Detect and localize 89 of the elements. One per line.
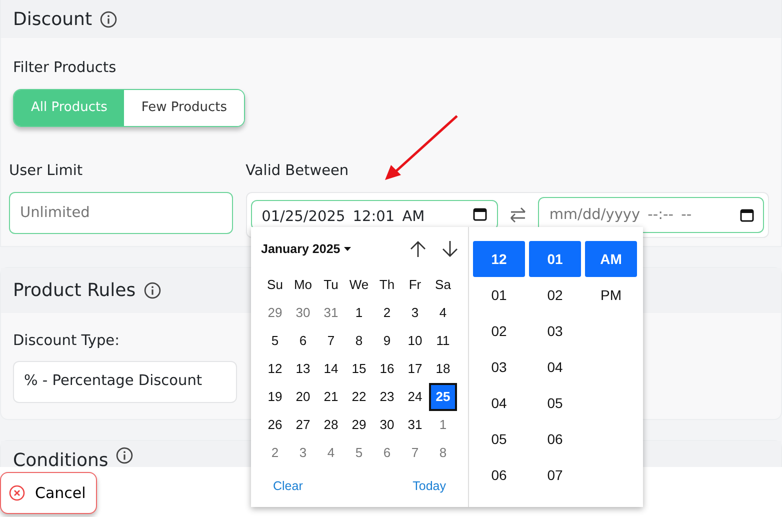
hour-option[interactable]: 04	[473, 385, 525, 421]
weekday-label: Mo	[292, 276, 314, 294]
day-cell[interactable]: 6	[289, 327, 317, 355]
weekday-label: Sa	[434, 276, 452, 294]
day-cell[interactable]: 18	[429, 355, 457, 383]
day-cell[interactable]: 2	[373, 299, 401, 327]
weekday-label: Tu	[322, 276, 340, 294]
day-cell[interactable]: 24	[401, 383, 429, 411]
hour-option[interactable]: 01	[473, 277, 525, 313]
toggle-option[interactable]: Few Products	[124, 90, 244, 126]
hour-option[interactable]: 02	[473, 313, 525, 349]
day-cell[interactable]: 7	[317, 327, 345, 355]
day-cell[interactable]: 8	[429, 439, 457, 467]
day-cell[interactable]: 30	[289, 299, 317, 327]
clear-link[interactable]: Clear	[273, 477, 303, 496]
hour-option[interactable]: 05	[473, 421, 525, 457]
period-option[interactable]: AM	[585, 241, 637, 277]
field-label: Valid Between	[246, 162, 350, 181]
day-cell[interactable]: 3	[289, 439, 317, 467]
day-cell[interactable]: 13	[289, 355, 317, 383]
weekday-label: Th	[378, 276, 396, 294]
close-icon	[9, 485, 25, 501]
day-cell[interactable]: 28	[317, 411, 345, 439]
info-icon	[116, 447, 134, 464]
section-title: Product Rules	[13, 278, 136, 302]
calendar-icon[interactable]	[740, 208, 754, 222]
arrow-down-icon[interactable]	[442, 240, 458, 258]
select-field[interactable]: % - Percentage Discount	[13, 361, 237, 404]
day-cell[interactable]: 21	[317, 383, 345, 411]
day-cell[interactable]: 26	[261, 411, 289, 439]
weekday-label: Fr	[408, 276, 422, 294]
day-cell[interactable]: 15	[345, 355, 373, 383]
period-option[interactable]: PM	[585, 277, 637, 313]
day-cell[interactable]: 12	[261, 355, 289, 383]
day-cell[interactable]: 25	[429, 383, 457, 411]
cancel-button[interactable]: Cancel	[0, 472, 97, 514]
arrow-up-icon[interactable]	[410, 240, 426, 258]
minute-option[interactable]: 04	[529, 349, 581, 385]
section-title: Conditions	[13, 449, 108, 474]
calendar-icon[interactable]	[473, 206, 488, 220]
date-field[interactable]: 01/25/2025 12:01 AM	[250, 200, 498, 230]
day-cell[interactable]: 30	[373, 411, 401, 439]
day-cell[interactable]: 7	[401, 439, 429, 467]
hour-option[interactable]: 06	[473, 457, 525, 493]
day-cell[interactable]: 9	[373, 327, 401, 355]
hour-option[interactable]: 12	[473, 241, 525, 277]
day-cell[interactable]: 6	[373, 439, 401, 467]
day-cell[interactable]: 1	[429, 411, 457, 439]
weekday-label: Su	[266, 276, 284, 294]
day-cell[interactable]: 10	[401, 327, 429, 355]
day-cell[interactable]: 23	[373, 383, 401, 411]
day-cell[interactable]: 5	[261, 327, 289, 355]
field-label: Filter Products	[13, 59, 118, 78]
input-field[interactable]: Unlimited	[9, 192, 233, 234]
minute-option[interactable]: 07	[529, 457, 581, 493]
section-title: Discount	[13, 8, 92, 32]
day-cell[interactable]: 31	[401, 411, 429, 439]
day-cell[interactable]: 16	[373, 355, 401, 383]
info-icon	[144, 282, 161, 298]
day-cell[interactable]: 29	[261, 299, 289, 327]
day-cell[interactable]: 14	[317, 355, 345, 383]
day-cell[interactable]: 4	[317, 439, 345, 467]
weekday-label: We	[348, 276, 370, 294]
minute-option[interactable]: 02	[529, 277, 581, 313]
hour-option[interactable]: 03	[473, 349, 525, 385]
minute-option[interactable]: 03	[529, 313, 581, 349]
day-cell[interactable]: 3	[401, 299, 429, 327]
minute-option[interactable]: 06	[529, 421, 581, 457]
month-dropdown[interactable]: January 2025	[261, 240, 352, 258]
minute-option[interactable]: 05	[529, 385, 581, 421]
day-cell[interactable]: 5	[345, 439, 373, 467]
day-cell[interactable]: 19	[261, 383, 289, 411]
info-icon	[100, 10, 118, 28]
day-cell[interactable]: 4	[429, 299, 457, 327]
day-cell[interactable]: 8	[345, 327, 373, 355]
day-cell[interactable]: 29	[345, 411, 373, 439]
minute-option[interactable]: 01	[529, 241, 581, 277]
today-link[interactable]: Today	[412, 477, 446, 496]
field-label: Discount Type:	[13, 332, 120, 350]
day-cell[interactable]: 11	[429, 327, 457, 355]
day-cell[interactable]: 2	[261, 439, 289, 467]
day-cell[interactable]: 20	[289, 383, 317, 411]
field-label: User Limit	[9, 162, 84, 181]
day-cell[interactable]: 17	[401, 355, 429, 383]
date-field[interactable]: mm/dd/yyyy --:-- --	[538, 196, 764, 232]
day-cell[interactable]: 31	[317, 299, 345, 327]
day-cell[interactable]: 22	[345, 383, 373, 411]
day-cell[interactable]: 27	[289, 411, 317, 439]
day-cell[interactable]: 1	[345, 299, 373, 327]
